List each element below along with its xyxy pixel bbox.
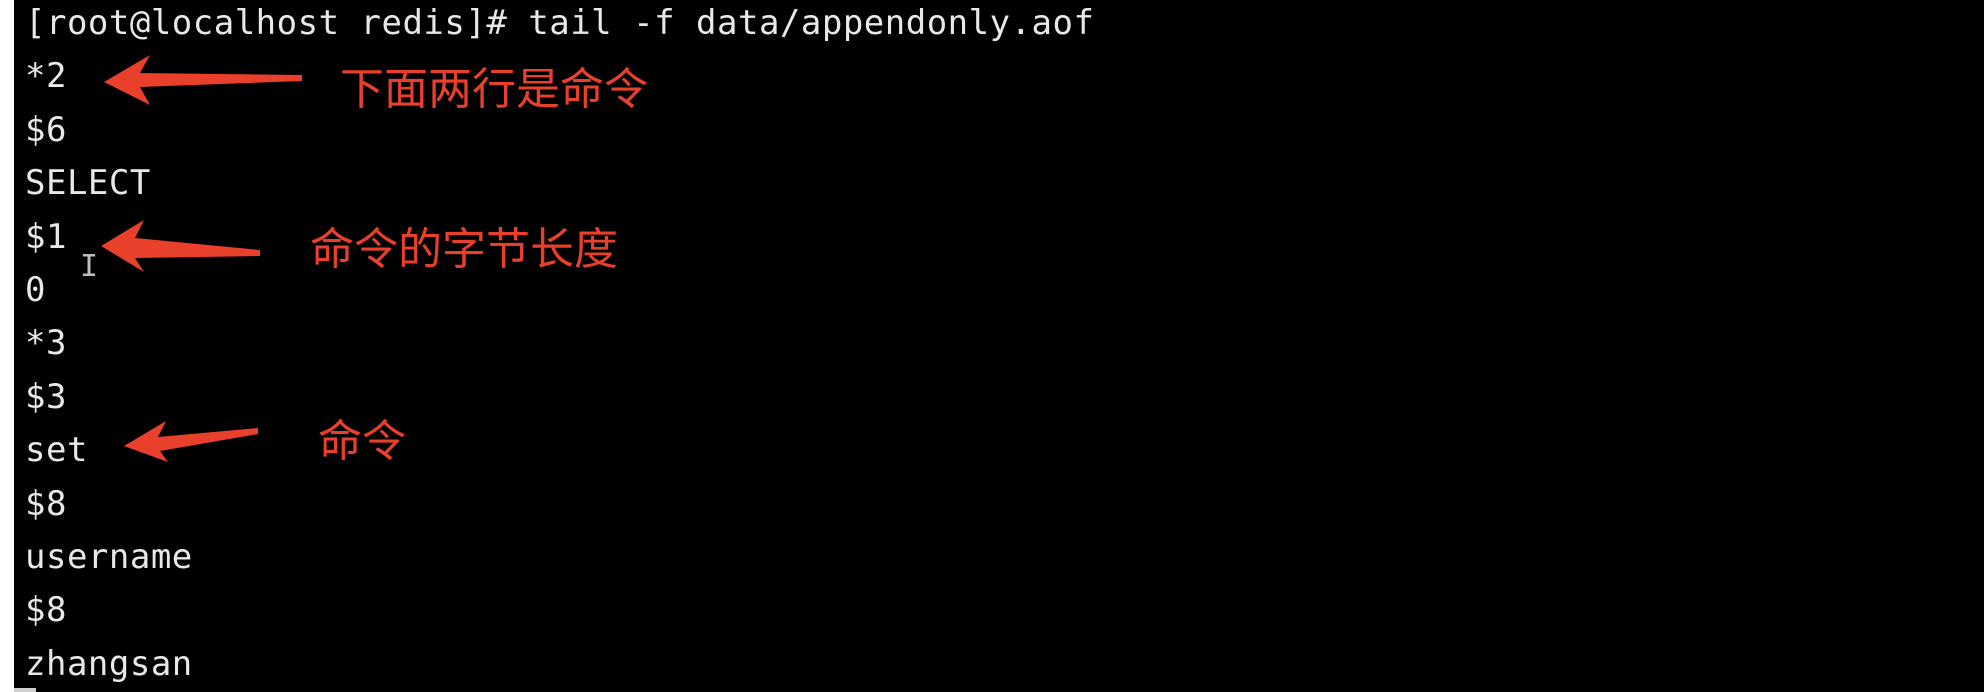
annotation-next-two-lines-command: 下面两行是命令 <box>340 64 648 115</box>
terminal-line: set <box>25 430 88 471</box>
terminal-window[interactable]: [root@localhost redis]# tail -f data/app… <box>14 0 1984 692</box>
terminal-line: $3 <box>25 376 67 417</box>
annotation-command-byte-length: 命令的字节长度 <box>310 224 618 275</box>
terminal-line: *3 <box>25 323 67 364</box>
text-cursor-icon: I <box>80 249 99 284</box>
terminal-line: $8 <box>25 483 67 524</box>
terminal-line-command: [root@localhost redis]# tail -f data/app… <box>25 3 1095 43</box>
terminal-line: username <box>25 536 193 577</box>
terminal-line: $8 <box>25 590 67 631</box>
annotation-command: 命令 <box>318 416 406 467</box>
terminal-line: zhangsan <box>25 643 193 684</box>
terminal-line: SELECT <box>25 163 151 204</box>
terminal-cursor <box>14 688 36 692</box>
